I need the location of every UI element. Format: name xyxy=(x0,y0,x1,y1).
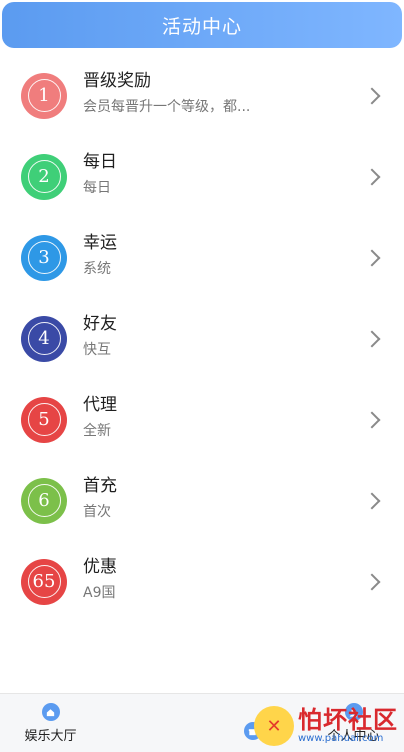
activity-subtitle: A9国 xyxy=(83,585,116,601)
tab-second[interactable] xyxy=(101,694,202,752)
chevron-right-icon xyxy=(363,87,381,104)
activity-item[interactable]: 2 每日 每日 xyxy=(0,136,404,217)
tab-lobby[interactable]: 娱乐大厅 xyxy=(0,694,101,752)
badge-number: 65 xyxy=(27,565,61,598)
activity-subtitle: 快互 xyxy=(83,342,111,358)
activity-badge: 5 xyxy=(21,396,67,443)
activity-badge: 2 xyxy=(21,153,67,200)
badge-number: 3 xyxy=(27,241,61,274)
activity-item[interactable]: 5 代理 全新 xyxy=(0,379,404,460)
bottom-tab-bar: 娱乐大厅 个人中心 ✕ 怕坏社区 www.pahuai.com xyxy=(0,693,404,752)
activity-title: 代理 xyxy=(83,395,117,415)
chevron-right-icon xyxy=(363,411,381,428)
activity-subtitle: 全新 xyxy=(83,423,111,439)
chevron-right-icon xyxy=(363,492,381,509)
watermark-text: 怕坏社区 xyxy=(298,706,398,734)
activity-subtitle: 首次 xyxy=(83,504,111,520)
activity-title: 晋级奖励 xyxy=(83,71,151,91)
activity-badge: 3 xyxy=(21,234,67,281)
badge-number: 5 xyxy=(27,403,61,436)
watermark-logo-icon: ✕ xyxy=(254,706,294,746)
activity-subtitle: 会员每晋升一个等级，都... xyxy=(83,99,251,115)
activity-badge: 1 xyxy=(21,72,67,119)
home-icon xyxy=(41,703,60,721)
activity-item[interactable]: 1 晋级奖励 会员每晋升一个等级，都... xyxy=(0,55,404,136)
chevron-right-icon xyxy=(363,249,381,266)
chevron-right-icon xyxy=(363,168,381,185)
activity-title: 每日 xyxy=(83,152,117,172)
watermark-url: www.pahuai.com xyxy=(298,733,384,744)
activity-badge: 4 xyxy=(21,315,67,362)
badge-number: 1 xyxy=(27,79,61,112)
activity-badge: 65 xyxy=(21,558,67,605)
activity-title: 优惠 xyxy=(83,557,117,577)
page-title: 活动中心 xyxy=(161,15,242,38)
activity-subtitle: 系统 xyxy=(83,261,111,277)
badge-number: 4 xyxy=(27,322,61,355)
activity-item[interactable]: 4 好友 快互 xyxy=(0,298,404,379)
badge-number: 2 xyxy=(27,160,61,193)
activity-subtitle: 每日 xyxy=(83,180,111,196)
activity-item[interactable]: 65 优惠 A9国 xyxy=(0,541,404,622)
watermark: ✕ 怕坏社区 www.pahuai.com xyxy=(254,706,398,746)
activity-title: 幸运 xyxy=(83,233,117,253)
chevron-right-icon xyxy=(363,330,381,347)
activity-badge: 6 xyxy=(21,477,67,524)
activity-list: 1 晋级奖励 会员每晋升一个等级，都... 2 每日 每日 3 幸运 系统 4 … xyxy=(0,55,404,622)
activity-title: 好友 xyxy=(83,314,117,334)
header-bar: 活动中心 xyxy=(2,2,402,48)
chevron-right-icon xyxy=(363,573,381,590)
tab-label: 娱乐大厅 xyxy=(24,729,77,744)
activity-item[interactable]: 3 幸运 系统 xyxy=(0,217,404,298)
badge-number: 6 xyxy=(27,484,61,517)
activity-item[interactable]: 6 首充 首次 xyxy=(0,460,404,541)
activity-title: 首充 xyxy=(83,476,117,496)
